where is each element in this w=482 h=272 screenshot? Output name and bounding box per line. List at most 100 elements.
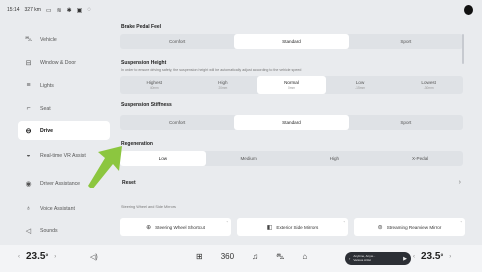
drive-settings-panel: Brake Pedal Feel Comfort Standard Sport …: [112, 20, 465, 245]
brake-option-comfort[interactable]: Comfort: [120, 34, 234, 49]
car-icon[interactable]: ⛍: [276, 252, 284, 262]
media-player[interactable]: › Anytime, Anyw... Various Artist ▶: [345, 252, 411, 265]
left-temperature: 23.5: [26, 251, 46, 262]
mic-icon: ♁: [25, 205, 32, 212]
vr-assist-icon: ◒: [26, 152, 31, 159]
reset-row[interactable]: Reset ›: [120, 173, 463, 192]
option-sub: -30mm: [423, 86, 434, 90]
brake-option-standard[interactable]: Standard: [234, 34, 349, 49]
home-icon[interactable]: ⌂: [302, 252, 307, 262]
location-icon: ◌: [87, 7, 91, 13]
regeneration-selector: Low Medium High X-Pedal: [120, 151, 463, 166]
height-option-low[interactable]: Low -15mm: [326, 76, 395, 94]
suspension-stiffness-title: Suspension Stiffness: [121, 102, 172, 108]
sidebar-item-vehicle[interactable]: ⛍ Vehicle: [18, 30, 110, 49]
sidebar-item-sounds[interactable]: ◁ Sounds: [18, 221, 110, 240]
regen-option-medium[interactable]: Medium: [206, 151, 292, 166]
profile-avatar[interactable]: [464, 5, 473, 15]
scrollbar[interactable]: [462, 34, 464, 64]
side-mirror-icon: ◧: [266, 224, 273, 231]
chevron-right-icon[interactable]: ›: [449, 254, 451, 260]
brake-option-sport[interactable]: Sport: [349, 34, 463, 49]
dock-icons: ⊞ 360 ♫ ⛍ ⌂: [196, 252, 307, 262]
pointer-arrow: [88, 146, 122, 188]
settings-sidebar: ⛍ Vehicle ⊟ Window & Door ≡ Lights ⌐ Sea…: [0, 22, 112, 245]
button-label: Exterior Side Mirrors: [276, 224, 319, 230]
steering-icon: ⊖: [25, 127, 32, 135]
bottom-dock: ‹ 23.5° › ◁) ⊞ 360 ♫ ⛍ ⌂ › Anytime, Anyw…: [0, 245, 482, 272]
sidebar-item-label: Seat: [40, 105, 51, 112]
play-icon[interactable]: ▶: [403, 256, 407, 262]
sidebar-item-label: Sounds: [40, 227, 58, 234]
clock: 15:14: [7, 7, 20, 13]
option-label: Lowest: [421, 80, 436, 85]
regen-option-x-pedal[interactable]: X-Pedal: [377, 151, 463, 166]
sidebar-item-lights[interactable]: ≡ Lights: [18, 76, 110, 95]
chevron-left-icon[interactable]: ‹: [18, 254, 20, 260]
sidebar-item-label: Real-time VR Assist: [40, 152, 86, 159]
option-label: Low: [355, 80, 365, 85]
sidebar-item-voice-assistant[interactable]: ♁ Voice Assistant: [18, 199, 110, 218]
mirrors-section-label: Steering Wheel and Side Mirrors: [121, 205, 176, 209]
seat-icon: ⌐: [26, 105, 31, 112]
stiffness-option-sport[interactable]: Sport: [349, 115, 463, 130]
status-bar: 15:14 327 km ▭ ≋ ✱ ▣ ◌: [0, 0, 482, 20]
exterior-side-mirrors-button[interactable]: ◧ Exterior Side Mirrors ⌝: [237, 218, 348, 236]
height-option-lowest[interactable]: Lowest -30mm: [394, 76, 463, 94]
stiffness-option-standard[interactable]: Standard: [234, 115, 349, 130]
sidebar-item-window-door[interactable]: ⊟ Window & Door: [18, 53, 110, 72]
streaming-rearview-mirror-button[interactable]: ⊜ Streaming Rearview Mirror ⌝: [354, 218, 465, 236]
degree-symbol: °: [440, 254, 444, 261]
corner-indicator-icon: ⌝: [343, 220, 345, 225]
mirror-buttons: ⊕ Steering Wheel Shortcut ⌝ ◧ Exterior S…: [120, 218, 465, 236]
car-icon: ⛍: [24, 36, 33, 43]
corner-indicator-icon: ⌝: [226, 220, 228, 225]
regen-option-low[interactable]: Low: [120, 151, 206, 166]
button-label: Streaming Rearview Mirror: [386, 224, 442, 230]
right-temperature-control[interactable]: ‹ 23.5° ›: [413, 251, 451, 262]
sidebar-item-drive[interactable]: ⊖ Drive: [18, 121, 110, 140]
chevron-left-icon[interactable]: ‹: [413, 254, 415, 260]
degree-symbol: °: [45, 254, 49, 261]
right-temperature: 23.5: [421, 251, 441, 262]
sidebar-item-label: Voice Assistant: [40, 205, 75, 212]
brake-pedal-title: Brake Pedal Feel: [121, 24, 162, 30]
steering-wheel-shortcut-button[interactable]: ⊕ Steering Wheel Shortcut ⌝: [120, 218, 231, 236]
height-option-normal[interactable]: Normal 0mm: [257, 76, 326, 94]
regen-option-high[interactable]: High: [292, 151, 378, 166]
sidebar-item-label: Window & Door: [40, 59, 77, 66]
volume-icon[interactable]: ◁): [90, 253, 98, 261]
360-camera-icon[interactable]: 360: [221, 252, 234, 262]
option-label: Highest: [146, 80, 163, 85]
suspension-height-selector: Highest 40mm High 20mm Normal 0mm Low -1…: [120, 76, 463, 94]
height-option-highest[interactable]: Highest 40mm: [120, 76, 189, 94]
button-label: Steering Wheel Shortcut: [155, 224, 205, 230]
window-icon: ⊟: [25, 59, 32, 67]
media-artist: Various Artist: [353, 257, 371, 262]
suspension-stiffness-selector: Comfort Standard Sport: [120, 115, 463, 130]
speaker-icon: ◁: [25, 227, 32, 235]
option-label: Normal: [284, 80, 299, 85]
sidebar-item-label: Drive: [40, 127, 53, 134]
option-label: High: [218, 80, 228, 85]
driver-assist-icon: ◉: [25, 180, 32, 188]
left-temperature-control[interactable]: ‹ 23.5° ›: [18, 251, 56, 262]
sim-icon: ▣: [76, 7, 83, 14]
steering-wheel-icon: ⊕: [146, 224, 152, 231]
music-icon[interactable]: ♫: [252, 252, 258, 262]
sidebar-item-label: Lights: [40, 82, 54, 89]
option-sub: 0mm: [287, 86, 296, 90]
apps-icon[interactable]: ⊞: [196, 252, 203, 262]
lights-icon: ≡: [26, 82, 31, 89]
sidebar-item-seat[interactable]: ⌐ Seat: [18, 99, 110, 118]
option-sub: 20mm: [218, 86, 228, 90]
stiffness-option-comfort[interactable]: Comfort: [120, 115, 234, 130]
chevron-right-icon[interactable]: ›: [54, 254, 56, 260]
brake-pedal-selector: Comfort Standard Sport: [120, 34, 463, 49]
suspension-height-title: Suspension Height: [121, 60, 167, 66]
corner-indicator-icon: ⌝: [460, 220, 462, 225]
option-sub: -15mm: [355, 86, 366, 90]
media-arrow-icon: ›: [349, 256, 351, 261]
suspension-height-desc: In order to ensure driving safety, the s…: [121, 68, 302, 72]
height-option-high[interactable]: High 20mm: [189, 76, 258, 94]
